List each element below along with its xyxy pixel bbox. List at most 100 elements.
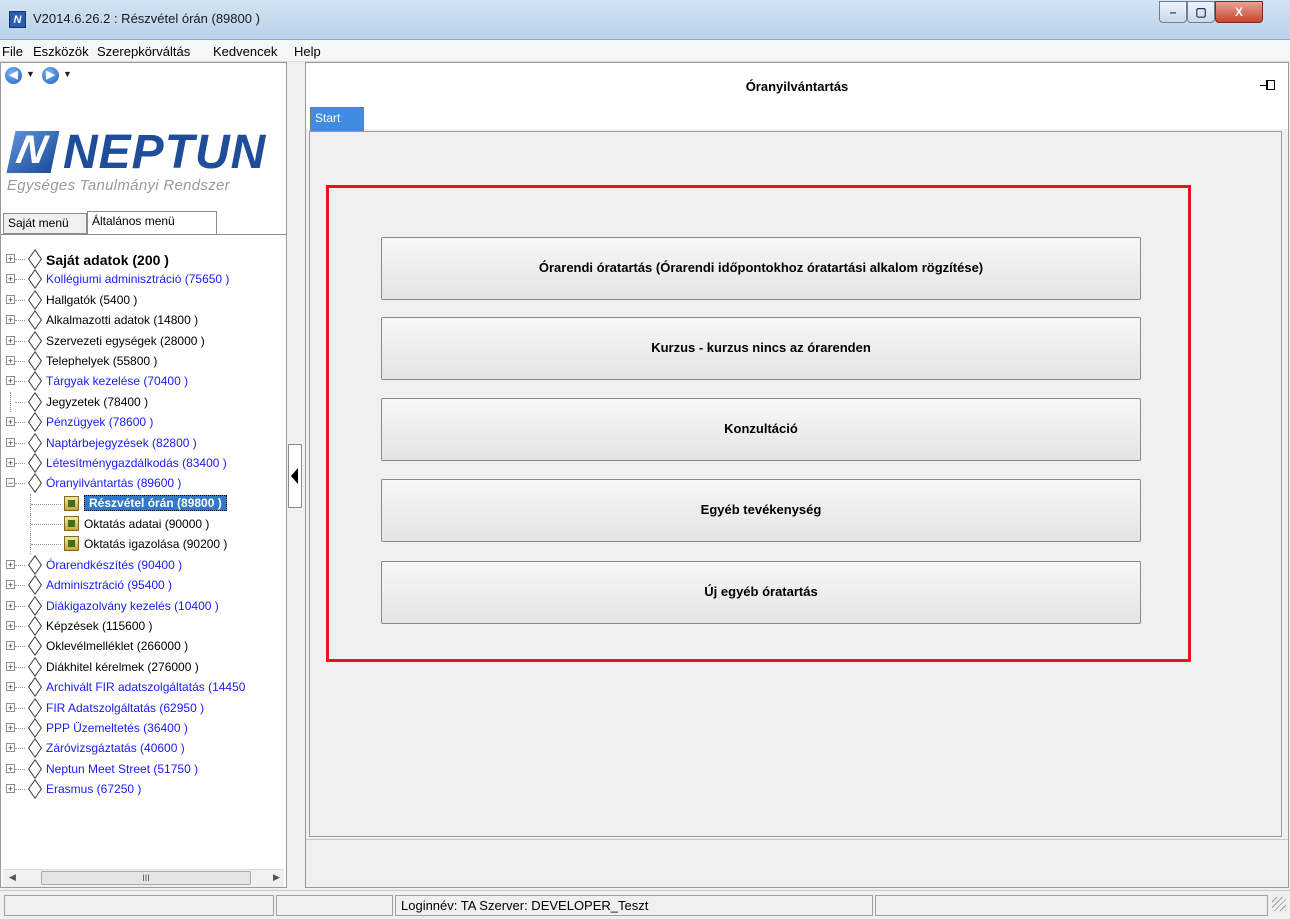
tree-node-label[interactable]: Saját adatok (200 ) bbox=[46, 252, 169, 268]
expand-icon[interactable]: + bbox=[6, 784, 15, 794]
back-arrow-icon[interactable]: ◀ bbox=[5, 67, 22, 84]
tree-node[interactable]: + Hallgatók (5400 ) bbox=[1, 290, 286, 310]
expand-icon[interactable]: + bbox=[6, 702, 15, 712]
tree-node-label[interactable]: Záróvizsgáztatás (40600 ) bbox=[46, 741, 185, 755]
tree-node[interactable]: + Adminisztráció (95400 ) bbox=[1, 575, 286, 595]
tree-node[interactable]: + Naptárbejegyzések (82800 ) bbox=[1, 433, 286, 453]
tree-node-label[interactable]: Naptárbejegyzések (82800 ) bbox=[46, 436, 197, 450]
tree-node[interactable]: + Saját adatok (200 ) bbox=[1, 249, 286, 269]
tree-node[interactable]: Oktatás igazolása (90200 ) bbox=[1, 534, 286, 555]
tree-node[interactable]: + Diákhitel kérelmek (276000 ) bbox=[1, 657, 286, 677]
horizontal-scrollbar[interactable]: ◀ III ▶ bbox=[3, 869, 284, 887]
tab-sajat-menu[interactable]: Saját menü bbox=[3, 213, 87, 234]
tree-node-label[interactable]: Pénzügyek (78600 ) bbox=[46, 415, 153, 429]
expand-icon[interactable]: + bbox=[6, 376, 15, 386]
tab-start[interactable]: Start bbox=[310, 107, 364, 131]
tree-node-label[interactable]: Alkalmazotti adatok (14800 ) bbox=[46, 313, 198, 327]
tree-node[interactable]: + Erasmus (67250 ) bbox=[1, 779, 286, 799]
expand-icon[interactable]: + bbox=[6, 315, 15, 325]
scroll-right-arrow-icon[interactable]: ▶ bbox=[273, 872, 280, 883]
expand-icon[interactable]: + bbox=[6, 335, 15, 345]
tree-node-label[interactable]: Óranyilvántartás (89600 ) bbox=[46, 476, 181, 490]
expand-icon[interactable]: + bbox=[6, 641, 15, 651]
collapse-icon[interactable]: − bbox=[6, 478, 15, 488]
resize-grip-icon[interactable] bbox=[1272, 897, 1286, 911]
expand-icon[interactable]: + bbox=[6, 580, 15, 590]
expand-icon[interactable]: + bbox=[6, 294, 15, 304]
expand-icon[interactable]: + bbox=[6, 661, 15, 671]
expand-icon[interactable]: + bbox=[6, 274, 15, 284]
tree-node[interactable]: + Diákigazolvány kezelés (10400 ) bbox=[1, 596, 286, 616]
tree-node-label[interactable]: Létesítménygazdálkodás (83400 ) bbox=[46, 456, 227, 470]
tree-node[interactable]: + Neptun Meet Street (51750 ) bbox=[1, 759, 286, 779]
menu-file[interactable]: File bbox=[2, 44, 23, 59]
expand-icon[interactable]: + bbox=[6, 722, 15, 732]
tree-node-label[interactable]: Archivált FIR adatszolgáltatás (14450 bbox=[46, 680, 245, 694]
tree-node[interactable]: + Pénzügyek (78600 ) bbox=[1, 412, 286, 432]
tab-altalanos-menu[interactable]: Általános menü bbox=[87, 211, 217, 235]
tree-node[interactable]: − Óranyilvántartás (89600 ) bbox=[1, 473, 286, 493]
tree-node[interactable]: + Archivált FIR adatszolgáltatás (14450 bbox=[1, 677, 286, 697]
tree-node-label[interactable]: Órarendkészítés (90400 ) bbox=[46, 558, 182, 572]
expand-icon[interactable]: + bbox=[6, 355, 15, 365]
tree-node-label[interactable]: Kollégiumi adminisztráció (75650 ) bbox=[46, 272, 229, 286]
tree-node[interactable]: + Alkalmazotti adatok (14800 ) bbox=[1, 310, 286, 330]
tree-node[interactable]: + Képzések (115600 ) bbox=[1, 616, 286, 636]
tree-node-label[interactable]: PPP Üzemeltetés (36400 ) bbox=[46, 721, 188, 735]
tree-node-label[interactable]: Képzések (115600 ) bbox=[46, 619, 153, 633]
tree-node[interactable]: + Órarendkészítés (90400 ) bbox=[1, 555, 286, 575]
minimize-button[interactable]: – bbox=[1159, 1, 1187, 23]
tree-node[interactable]: + Tárgyak kezelése (70400 ) bbox=[1, 371, 286, 391]
tree-node[interactable]: Részvétel órán (89800 ) bbox=[1, 493, 286, 514]
tree-node-label[interactable]: Részvétel órán (89800 ) bbox=[84, 494, 227, 511]
tree-node[interactable]: + Záróvizsgáztatás (40600 ) bbox=[1, 738, 286, 758]
expand-icon[interactable]: + bbox=[6, 457, 15, 467]
tree-node-label[interactable]: Hallgatók (5400 ) bbox=[46, 293, 137, 307]
expand-icon[interactable]: + bbox=[6, 621, 15, 631]
back-dropdown-chevron-icon[interactable]: ▼ bbox=[26, 69, 35, 79]
kurzus-nincs-orarenden-button[interactable]: Kurzus - kurzus nincs az órarenden bbox=[381, 317, 1141, 380]
menu-kedvencek[interactable]: Kedvencek bbox=[213, 44, 277, 59]
tree-node-label[interactable]: Oklevélmelléklet (266000 ) bbox=[46, 639, 188, 653]
expand-icon[interactable]: + bbox=[6, 763, 15, 773]
tree-node-label[interactable]: Adminisztráció (95400 ) bbox=[46, 578, 172, 592]
tree-node[interactable]: + Létesítménygazdálkodás (83400 ) bbox=[1, 453, 286, 473]
menu-eszkozok[interactable]: Eszközök bbox=[33, 44, 89, 59]
tree-node[interactable]: + Szervezeti egységek (28000 ) bbox=[1, 331, 286, 351]
scroll-left-arrow-icon[interactable]: ◀ bbox=[9, 872, 16, 883]
expand-icon[interactable]: + bbox=[6, 743, 15, 753]
tree-node[interactable]: + Oklevélmelléklet (266000 ) bbox=[1, 636, 286, 656]
maximize-button[interactable]: ▢ bbox=[1187, 1, 1215, 23]
tree-node-label[interactable]: Diákigazolvány kezelés (10400 ) bbox=[46, 599, 219, 613]
tree-node[interactable]: + PPP Üzemeltetés (36400 ) bbox=[1, 718, 286, 738]
tree-node-label[interactable]: Oktatás adatai (90000 ) bbox=[84, 517, 209, 531]
scroll-thumb[interactable]: III bbox=[41, 871, 251, 885]
expand-icon[interactable]: + bbox=[6, 417, 15, 427]
tree-node[interactable]: Oktatás adatai (90000 ) bbox=[1, 514, 286, 535]
expand-icon[interactable]: + bbox=[6, 600, 15, 610]
tree-node-label[interactable]: Szervezeti egységek (28000 ) bbox=[46, 334, 205, 348]
tree-node-label[interactable]: Tárgyak kezelése (70400 ) bbox=[46, 374, 188, 388]
pin-icon[interactable] bbox=[1260, 80, 1275, 90]
tree-node[interactable]: + Kollégiumi adminisztráció (75650 ) bbox=[1, 269, 286, 289]
tree-node-label[interactable]: Neptun Meet Street (51750 ) bbox=[46, 762, 198, 776]
tree-node-label[interactable]: Oktatás igazolása (90200 ) bbox=[84, 537, 227, 551]
expand-icon[interactable]: + bbox=[6, 254, 15, 264]
forward-arrow-icon[interactable]: ▶ bbox=[42, 67, 59, 84]
tree-node-label[interactable]: Telephelyek (55800 ) bbox=[46, 354, 157, 368]
close-button[interactable]: X bbox=[1215, 1, 1263, 23]
orarendi-oratartas-button[interactable]: Órarendi óratartás (Órarendi időpontokho… bbox=[381, 237, 1141, 300]
collapse-panel-toggle[interactable] bbox=[288, 444, 302, 508]
egyeb-tevekenyseg-button[interactable]: Egyéb tevékenység bbox=[381, 479, 1141, 542]
tree-node-label[interactable]: Jegyzetek (78400 ) bbox=[46, 395, 148, 409]
tree-node-label[interactable]: Erasmus (67250 ) bbox=[46, 782, 141, 796]
uj-egyeb-oratartas-button[interactable]: Új egyéb óratartás bbox=[381, 561, 1141, 624]
tree-node[interactable]: + Telephelyek (55800 ) bbox=[1, 351, 286, 371]
expand-icon[interactable]: + bbox=[6, 559, 15, 569]
tree-node[interactable]: Jegyzetek (78400 ) bbox=[1, 391, 286, 412]
tree-node-label[interactable]: FIR Adatszolgáltatás (62950 ) bbox=[46, 701, 204, 715]
tree-node[interactable]: + FIR Adatszolgáltatás (62950 ) bbox=[1, 698, 286, 718]
menu-help[interactable]: Help bbox=[294, 44, 321, 59]
tree-node-label[interactable]: Diákhitel kérelmek (276000 ) bbox=[46, 660, 199, 674]
konzultacio-button[interactable]: Konzultáció bbox=[381, 398, 1141, 461]
